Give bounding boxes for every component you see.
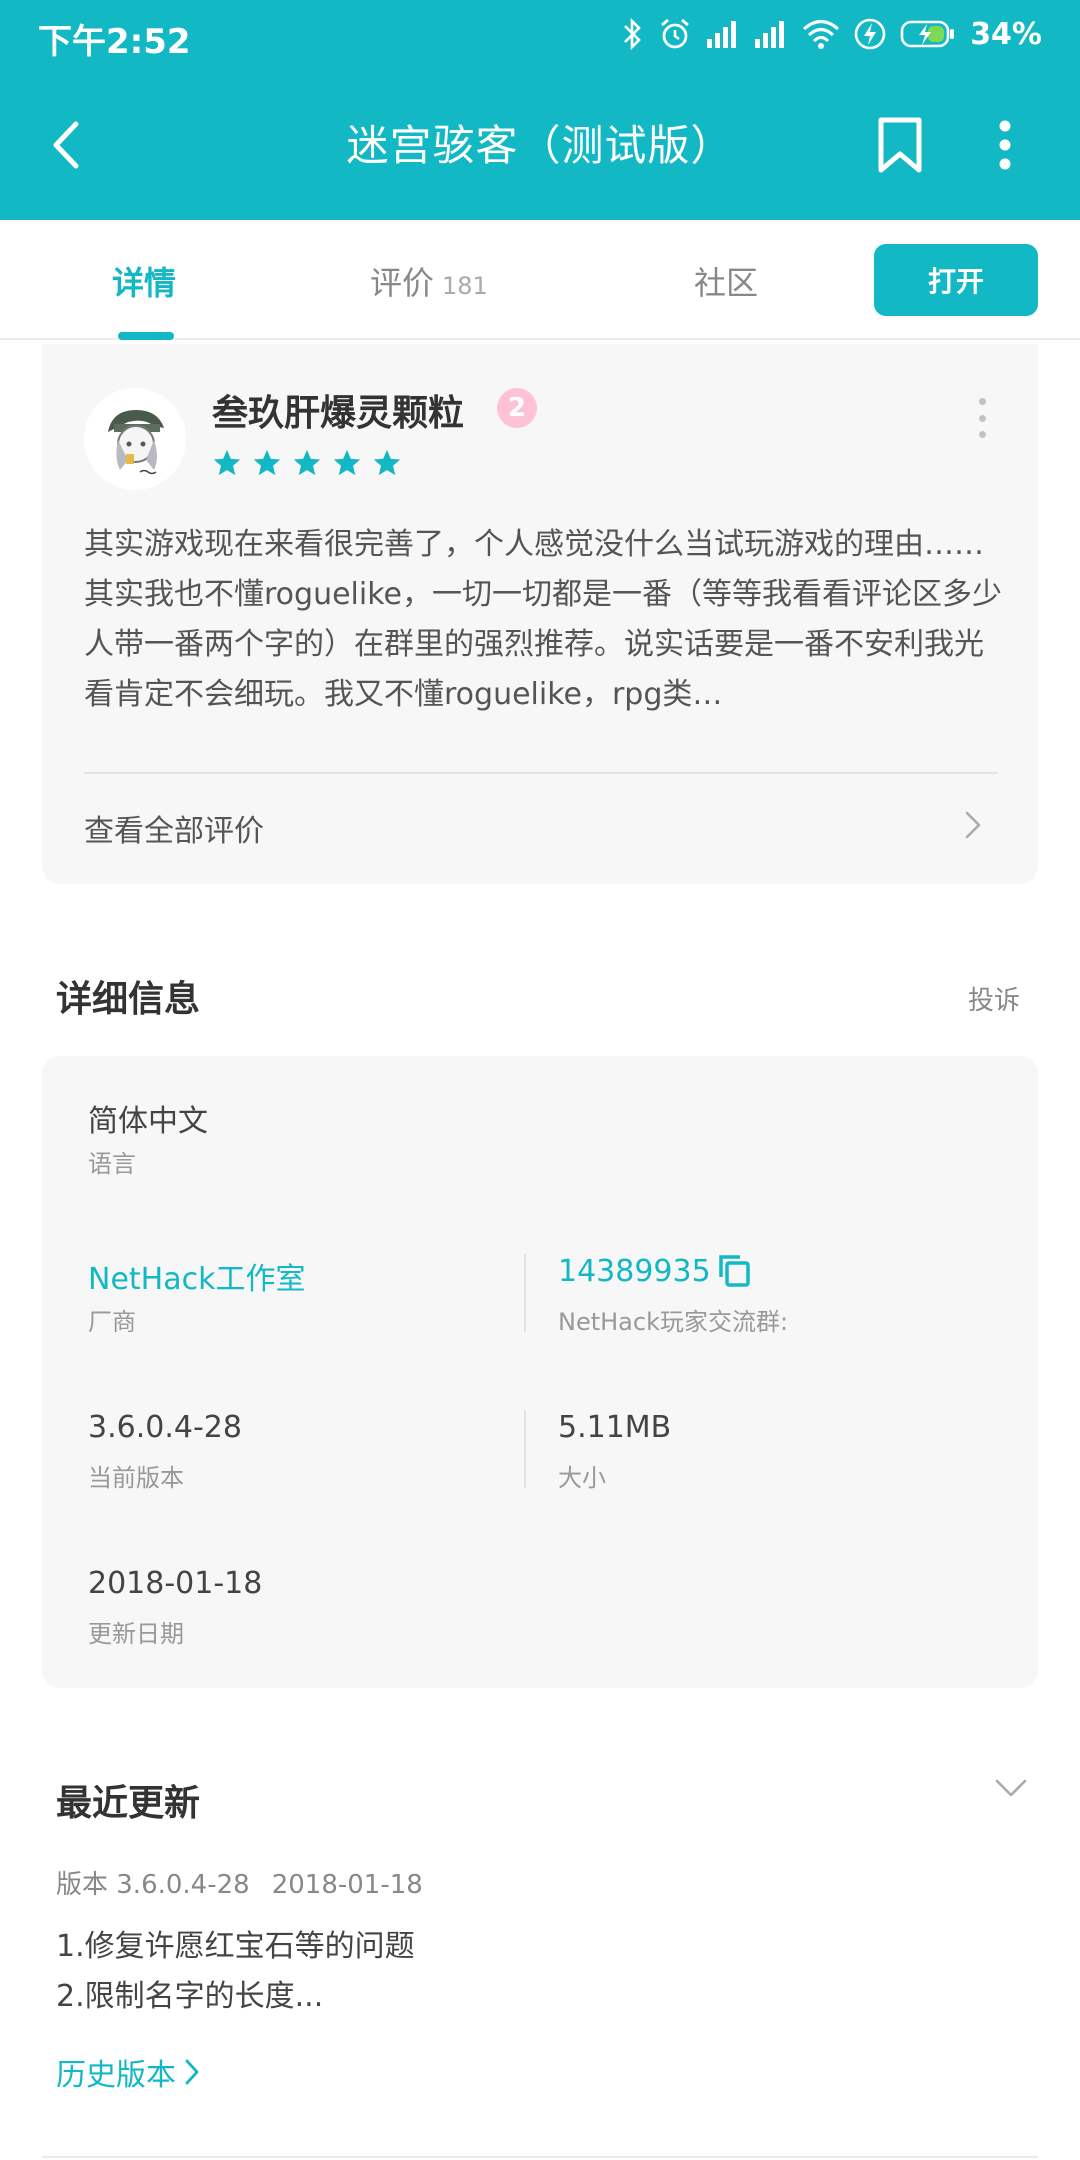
divider — [524, 1410, 526, 1488]
tab-indicator — [118, 332, 174, 340]
view-all-reviews-link[interactable]: 查看全部评价 — [84, 806, 264, 850]
tab-reviews[interactable]: 评价 181 — [370, 258, 488, 304]
divider — [524, 1254, 526, 1332]
player-group-number[interactable]: 14389935 — [558, 1254, 711, 1289]
update-date-label: 更新日期 — [88, 1620, 184, 1648]
back-arrow-icon — [53, 121, 79, 169]
avatar-image — [84, 388, 186, 490]
star-icon — [293, 449, 321, 476]
divider — [42, 2156, 1038, 2158]
reviewer-name[interactable]: 叁玖肝爆灵颗粒 — [212, 384, 464, 436]
signal-icon-2 — [755, 21, 785, 48]
vendor-link[interactable]: NetHack工作室 — [88, 1254, 305, 1298]
more-menu-button[interactable] — [980, 110, 1030, 180]
bluetooth-icon — [624, 17, 642, 51]
star-icon — [333, 449, 361, 476]
battery-icon — [900, 20, 955, 48]
star-rating — [212, 448, 402, 478]
level-badge: 2 — [497, 388, 537, 428]
recent-update-title: 最近更新 — [56, 1783, 201, 1824]
back-button[interactable] — [36, 110, 96, 180]
app-header: 下午2:52 34% 迷宫骇客（测试版） — [0, 0, 1080, 220]
chevron-right-icon — [185, 2059, 199, 2085]
update-notes: 1.修复许愿红宝石等的问题 2.限制名字的长度... — [56, 1922, 415, 2022]
review-card: 叁玖肝爆灵颗粒 2 其实游戏现在来看很完善了，个人感觉没什么当试玩游戏的理由……… — [42, 344, 1038, 884]
details-card: 简体中文 语言 NetHack工作室 厂商 14389935 NetHack玩家… — [42, 1056, 1038, 1688]
status-bar: 下午2:52 34% — [0, 0, 1080, 70]
language-label: 语言 — [88, 1150, 136, 1178]
vendor-label: 厂商 — [88, 1308, 136, 1336]
status-icons: 34% — [622, 12, 1042, 56]
tab-community[interactable]: 社区 — [694, 258, 758, 304]
history-versions-link[interactable]: 历史版本 — [56, 2050, 200, 2094]
version-value: 3.6.0.4-28 — [88, 1410, 242, 1445]
details-section-title: 详细信息 — [56, 979, 201, 1020]
chevron-down-icon[interactable] — [994, 1778, 1028, 1798]
language-value: 简体中文 — [88, 1104, 208, 1139]
copy-icon[interactable] — [716, 1252, 752, 1288]
alarm-icon — [661, 18, 690, 49]
bookmark-icon — [878, 117, 922, 173]
tab-bar: 详情 评价 181 社区 打开 — [0, 220, 1080, 340]
history-versions-label: 历史版本 — [56, 2058, 176, 2093]
wifi-icon — [803, 20, 840, 49]
battery-percent: 34% — [970, 16, 1042, 52]
divider — [84, 772, 998, 774]
status-time: 下午2:52 — [38, 22, 191, 62]
nav-bar: 迷宫骇客（测试版） — [0, 70, 1080, 220]
tab-reviews-label: 评价 — [370, 264, 435, 302]
chevron-right-icon[interactable] — [964, 810, 982, 840]
more-dot-icon — [978, 398, 986, 405]
update-date: 2018-01-18 — [271, 1870, 423, 1900]
more-vertical-icon — [999, 120, 1011, 170]
version-label: 当前版本 — [88, 1464, 184, 1492]
more-dot-icon — [978, 431, 986, 438]
tab-reviews-count: 181 — [442, 272, 488, 300]
update-note-item: 2.限制名字的长度... — [56, 1979, 324, 2014]
signal-icon — [707, 21, 737, 48]
size-value: 5.11MB — [558, 1410, 672, 1445]
charging-icon — [854, 18, 886, 50]
more-dot-icon — [978, 414, 986, 422]
update-version: 版本 3.6.0.4-28 — [56, 1870, 250, 1900]
player-group-label: NetHack玩家交流群: — [558, 1308, 789, 1336]
star-icon — [213, 449, 241, 476]
page-title: 迷宫骇客（测试版） — [346, 121, 734, 170]
review-text[interactable]: 其实游戏现在来看很完善了，个人感觉没什么当试玩游戏的理由……其实我也不懂rogu… — [84, 520, 1004, 720]
tab-details[interactable]: 详情 — [112, 258, 176, 304]
avatar[interactable] — [84, 388, 186, 490]
star-icon — [253, 449, 281, 476]
bookmark-button[interactable] — [870, 110, 930, 180]
update-date-value: 2018-01-18 — [88, 1566, 263, 1601]
open-button[interactable]: 打开 — [874, 244, 1038, 316]
update-version-line: 版本 3.6.0.4-28 2018-01-18 — [56, 1864, 423, 1901]
star-icon — [373, 449, 401, 476]
size-label: 大小 — [558, 1464, 606, 1492]
update-note-item: 1.修复许愿红宝石等的问题 — [56, 1929, 415, 1964]
report-link[interactable]: 投诉 — [968, 980, 1020, 1017]
review-more-button[interactable] — [972, 398, 992, 438]
